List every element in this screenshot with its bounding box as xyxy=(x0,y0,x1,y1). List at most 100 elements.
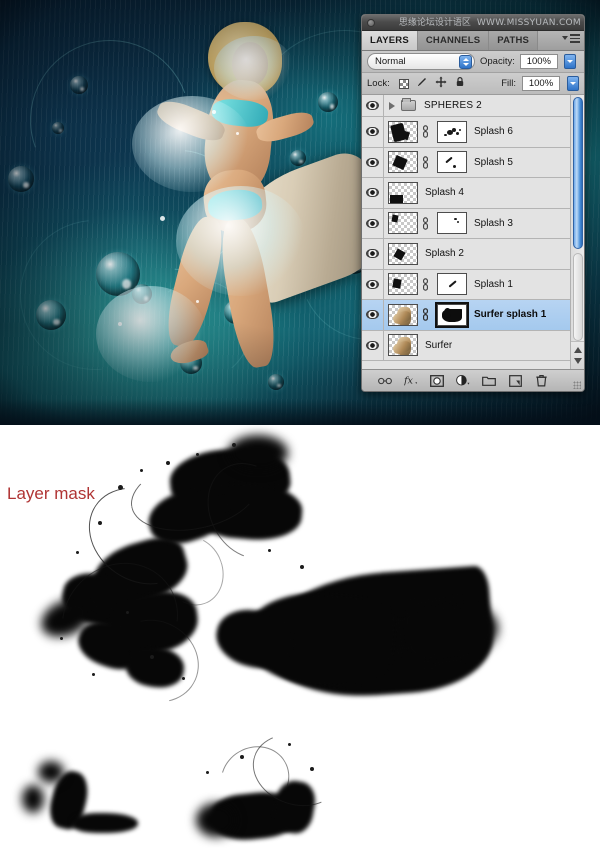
mask-spray-dot xyxy=(300,565,304,569)
eye-icon xyxy=(366,188,379,198)
layer-name: Splash 6 xyxy=(474,126,513,138)
watermark-url: WWW.MISSYUAN.COM xyxy=(476,18,581,28)
layers-list[interactable]: SPHERES 2 Splash 6 Splash 5 Splash 4 Spl… xyxy=(362,95,584,369)
layer-row-splash-5[interactable]: Splash 5 xyxy=(362,147,584,178)
eye-icon xyxy=(366,101,379,110)
layer-row-surfer-splash-1[interactable]: Surfer splash 1 xyxy=(362,300,584,331)
new-layer-icon[interactable] xyxy=(508,374,522,388)
layer-thumbnail[interactable] xyxy=(388,242,418,265)
mask-spray-dot xyxy=(98,521,102,525)
visibility-toggle[interactable] xyxy=(362,208,384,238)
blend-options-row: Normal Opacity: 100% xyxy=(362,51,584,73)
layer-mask-thumbnail[interactable] xyxy=(437,151,467,174)
layer-mask-thumbnail[interactable] xyxy=(435,301,469,328)
tab-paths[interactable]: PATHS xyxy=(489,31,539,50)
layer-row-splash-4[interactable]: Splash 4 xyxy=(362,178,584,209)
visibility-toggle[interactable] xyxy=(362,95,384,116)
scrollbar-arrows[interactable] xyxy=(571,341,584,369)
tab-layers[interactable]: LAYERS xyxy=(362,31,418,50)
layer-thumbnail[interactable] xyxy=(388,303,418,326)
mask-shape xyxy=(72,813,138,833)
mask-spray-dot xyxy=(240,755,244,759)
close-icon[interactable] xyxy=(367,19,375,27)
layer-row-splash-6[interactable]: Splash 6 xyxy=(362,117,584,148)
opacity-input[interactable]: 100% xyxy=(519,54,558,69)
link-icon[interactable] xyxy=(421,125,430,138)
blend-mode-stepper[interactable] xyxy=(459,55,472,69)
tab-channels[interactable]: CHANNELS xyxy=(417,31,490,50)
lock-label: Lock: xyxy=(367,78,390,89)
mask-spray-dot xyxy=(288,743,291,746)
eye-icon xyxy=(366,249,379,259)
lock-all-icon[interactable] xyxy=(454,76,466,91)
mask-spray-dot xyxy=(60,637,63,640)
fill-dropdown-icon[interactable] xyxy=(567,76,579,91)
panel-menu-icon[interactable] xyxy=(562,34,580,43)
mask-shape xyxy=(22,785,44,813)
eye-icon xyxy=(366,310,379,320)
scrollbar-thumb[interactable] xyxy=(573,97,583,249)
link-layers-icon[interactable] xyxy=(378,374,392,388)
delete-layer-icon[interactable] xyxy=(534,374,548,388)
layers-scrollbar[interactable] xyxy=(570,95,584,369)
link-icon[interactable] xyxy=(421,156,430,169)
mask-spray-dot xyxy=(76,551,79,554)
fill-input[interactable]: 100% xyxy=(522,76,560,91)
scroll-up-icon[interactable] xyxy=(574,347,582,353)
layer-thumbnail[interactable] xyxy=(388,120,418,143)
layer-row-splash-2[interactable]: Splash 2 xyxy=(362,239,584,270)
eye-icon xyxy=(366,157,379,167)
layer-thumbnail[interactable] xyxy=(388,334,418,357)
mask-spray-dot xyxy=(196,453,199,456)
layer-style-fx-icon[interactable]: fx xyxy=(404,374,418,388)
lock-icon-group xyxy=(398,76,466,91)
visibility-toggle[interactable] xyxy=(362,269,384,299)
layer-mask-thumbnail[interactable] xyxy=(437,273,467,296)
new-group-icon[interactable] xyxy=(482,374,496,388)
mask-spray-dot xyxy=(118,485,123,490)
lock-position-icon[interactable] xyxy=(435,76,447,91)
layer-thumbnail[interactable] xyxy=(388,181,418,204)
layer-row-spheres-2[interactable]: SPHERES 2 xyxy=(362,95,584,117)
link-icon[interactable] xyxy=(421,278,430,291)
panel-footer-toolbar: fx xyxy=(362,369,584,391)
visibility-toggle[interactable] xyxy=(362,300,384,330)
add-layer-mask-icon[interactable] xyxy=(430,374,444,388)
panel-titlebar[interactable]: 思缘论坛设计语区 WWW.MISSYUAN.COM xyxy=(362,15,584,31)
layer-thumbnail[interactable] xyxy=(388,151,418,174)
lock-paint-icon[interactable] xyxy=(416,76,428,91)
scroll-down-icon[interactable] xyxy=(574,358,582,364)
layer-mask-thumbnail[interactable] xyxy=(437,212,467,235)
lock-row: Lock: Fill: 100% xyxy=(362,73,584,95)
layer-row-splash-3[interactable]: Splash 3 xyxy=(362,208,584,239)
visibility-toggle[interactable] xyxy=(362,178,384,208)
chevron-down-icon xyxy=(562,36,568,41)
scrollbar-track[interactable] xyxy=(573,253,583,341)
layer-mask-thumbnail[interactable] xyxy=(437,120,467,143)
folder-icon xyxy=(401,98,416,111)
svg-text:fx: fx xyxy=(404,376,414,387)
visibility-toggle[interactable] xyxy=(362,147,384,177)
link-icon[interactable] xyxy=(421,217,430,230)
mask-spray-dot xyxy=(140,469,143,472)
layer-row-splash-1[interactable]: Splash 1 xyxy=(362,269,584,300)
link-icon[interactable] xyxy=(421,308,430,322)
visibility-toggle[interactable] xyxy=(362,117,384,147)
hamburger-icon xyxy=(570,34,580,43)
chevron-right-icon[interactable] xyxy=(389,101,395,110)
layer-row-surfer[interactable]: Surfer xyxy=(362,330,584,361)
visibility-toggle[interactable] xyxy=(362,330,384,360)
blend-mode-select[interactable]: Normal xyxy=(367,53,475,70)
watermark: 思缘论坛设计语区 WWW.MISSYUAN.COM xyxy=(399,15,581,31)
lock-transparency-icon[interactable] xyxy=(398,78,409,89)
eye-icon xyxy=(366,127,379,137)
opacity-label: Opacity: xyxy=(480,56,515,67)
opacity-dropdown-icon[interactable] xyxy=(563,54,576,69)
mask-spray-dot xyxy=(268,549,271,552)
layer-thumbnail[interactable] xyxy=(388,212,418,235)
layer-thumbnail[interactable] xyxy=(388,273,418,296)
adjustment-layer-icon[interactable] xyxy=(456,374,470,388)
artwork-bottom-fade xyxy=(0,399,600,425)
visibility-toggle[interactable] xyxy=(362,239,384,269)
resize-grip-icon[interactable] xyxy=(573,381,581,389)
